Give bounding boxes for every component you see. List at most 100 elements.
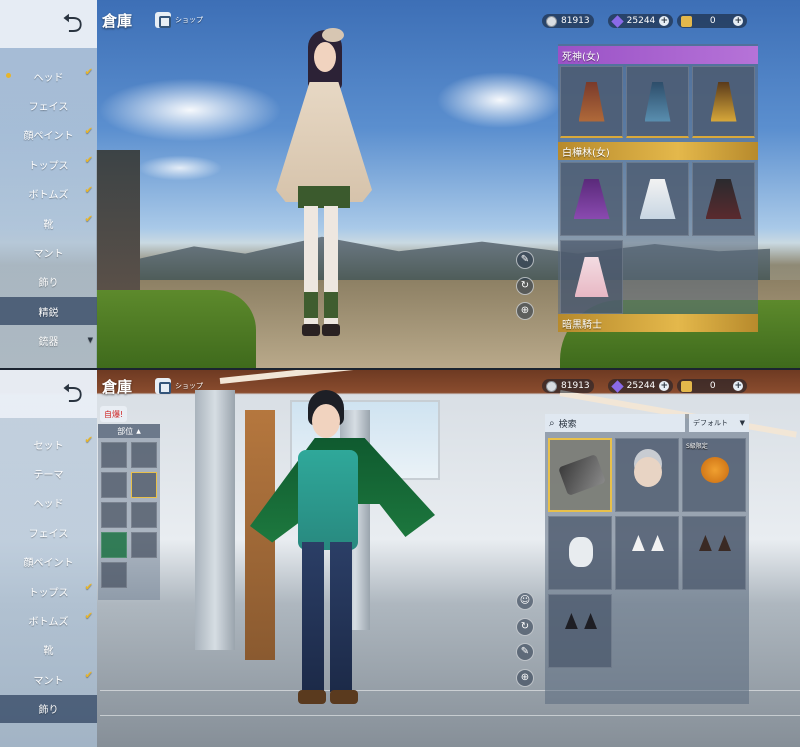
coin-amount: 81913 — [561, 16, 590, 26]
menu-item-5[interactable]: トップス ✔ — [0, 577, 97, 605]
part-slot[interactable] — [101, 472, 127, 498]
outfit-grid: 死神(女) 白樺林(女) 暗黒騎士 — [558, 44, 758, 332]
menu-item-5[interactable]: 靴 ✔ — [0, 209, 97, 237]
menu-item-label: 精鋭 — [38, 307, 59, 319]
shop-label: ショップ — [175, 16, 203, 24]
menu-item-4[interactable]: 顔ペイント — [0, 548, 97, 576]
parts-header[interactable]: 部位 ▲ — [98, 424, 160, 438]
caret-up-icon: ▲ — [136, 427, 141, 435]
character-female[interactable] — [262, 28, 382, 350]
rotate-icon[interactable]: ↻ — [516, 618, 534, 636]
menu-item-4[interactable]: ボトムズ ✔ — [0, 180, 97, 208]
coin-icon — [546, 15, 557, 27]
accessory-item[interactable]: S級限定 — [682, 438, 746, 512]
coin-balance: 81913 — [542, 379, 594, 393]
add-gems-button[interactable]: + — [659, 16, 670, 26]
back-button[interactable]: ⮌ — [0, 370, 97, 418]
zoom-icon[interactable]: ⊕ — [516, 302, 534, 320]
currency-bar: 81913 25244 + 0 + — [542, 14, 748, 28]
zoom-icon[interactable]: ⊕ — [516, 669, 534, 687]
part-slot[interactable] — [101, 562, 127, 588]
shop-bag-icon — [155, 12, 171, 28]
outfit-item[interactable] — [626, 162, 689, 236]
accessory-item[interactable] — [615, 438, 679, 512]
new-dot-icon — [6, 73, 11, 78]
outfit-item[interactable] — [692, 162, 755, 236]
part-slot[interactable] — [131, 442, 157, 468]
menu-item-0[interactable]: セット ✔ — [0, 430, 97, 458]
outfit-item[interactable] — [560, 162, 623, 236]
page-title: 倉庫 — [102, 378, 133, 396]
item-badge: S級限定 — [686, 443, 708, 450]
search-icon: ⌕ — [549, 417, 555, 429]
menu-item-9[interactable]: 飾り — [0, 694, 97, 723]
character-male[interactable] — [250, 390, 435, 720]
menu-item-label: マント — [33, 675, 64, 687]
accessory-item[interactable] — [548, 594, 612, 668]
check-icon: ✔ — [84, 214, 93, 225]
menu-item-label: 顔ペイント — [23, 131, 74, 143]
menu-item-label: 靴 — [43, 219, 54, 231]
menu-item-1[interactable]: テーマ — [0, 459, 97, 487]
menu-item-7[interactable]: 靴 — [0, 636, 97, 664]
search-input[interactable]: ⌕ 検索 — [545, 414, 685, 432]
menu-item-label: トップス — [28, 587, 69, 599]
sort-dropdown[interactable]: デフォルト ▼ — [689, 414, 749, 432]
accessory-grid: ⌕ 検索 デフォルト ▼ S級限定 — [545, 414, 749, 704]
menu-item-6[interactable]: ボトムズ ✔ — [0, 606, 97, 634]
accessory-item[interactable] — [548, 516, 612, 590]
currency-bar: 81913 25244 + 0 + — [542, 379, 748, 393]
menu-item-label: ボトムズ — [28, 190, 69, 202]
menu-item-2[interactable]: ヘッド — [0, 489, 97, 517]
outfit-item[interactable] — [692, 66, 755, 138]
accessory-item[interactable] — [548, 438, 612, 512]
part-slot[interactable] — [101, 532, 127, 558]
part-slot[interactable] — [101, 502, 127, 528]
part-slot[interactable] — [131, 472, 157, 498]
check-icon: ✔ — [84, 582, 93, 593]
menu-item-2[interactable]: 顔ペイント ✔ — [0, 121, 97, 149]
check-icon: ✔ — [84, 67, 93, 78]
menu-item-3[interactable]: トップス ✔ — [0, 150, 97, 178]
coin-icon — [546, 380, 557, 392]
menu-item-7[interactable]: 飾り — [0, 268, 97, 296]
gem-balance: 25244 + — [607, 14, 674, 28]
pose-icon[interactable]: ☺ — [516, 592, 534, 610]
gem-amount: 25244 — [626, 16, 656, 26]
menu-item-6[interactable]: マント — [0, 238, 97, 266]
part-slot[interactable] — [131, 532, 157, 558]
new-tag: 自爆! — [100, 406, 128, 422]
add-gems-button[interactable]: + — [659, 381, 670, 391]
menu-item-0[interactable]: ヘッド ✔ — [0, 62, 97, 90]
menu-item-label: トップス — [28, 160, 69, 172]
menu-item-1[interactable]: フェイス — [0, 91, 97, 119]
accessory-item[interactable] — [682, 516, 746, 590]
check-icon: ✔ — [84, 670, 93, 682]
menu-item-8[interactable]: マント ✔ — [0, 665, 97, 693]
floor-line — [100, 715, 800, 716]
add-tickets-button[interactable]: + — [733, 381, 744, 391]
part-slot[interactable] — [131, 502, 157, 528]
back-button[interactable]: ⮌ — [0, 0, 97, 48]
menu-item-3[interactable]: フェイス — [0, 518, 97, 546]
outfit-item[interactable] — [560, 240, 623, 314]
accessory-item[interactable] — [615, 516, 679, 590]
pillar — [195, 390, 235, 650]
ticket-icon — [681, 15, 693, 27]
menu-item-label: 靴 — [43, 646, 54, 658]
shop-button[interactable]: ショップ — [155, 12, 203, 28]
outfit-item[interactable] — [626, 66, 689, 138]
edit-icon[interactable]: ✎ — [516, 251, 534, 269]
gem-amount: 25244 — [626, 381, 656, 391]
check-icon: ✔ — [84, 184, 93, 196]
menu-item-label: 顔ペイント — [23, 558, 74, 570]
rotate-icon[interactable]: ↻ — [516, 277, 534, 295]
shop-button[interactable]: ショップ — [155, 378, 203, 394]
add-tickets-button[interactable]: + — [733, 16, 744, 26]
edit-icon[interactable]: ✎ — [516, 643, 534, 661]
menu-item-8[interactable]: 精鋭 — [0, 297, 97, 326]
shop-label: ショップ — [175, 382, 203, 390]
menu-item-9[interactable]: 銃器 ▼ — [0, 327, 97, 355]
outfit-item[interactable] — [560, 66, 623, 138]
part-slot[interactable] — [101, 442, 127, 468]
